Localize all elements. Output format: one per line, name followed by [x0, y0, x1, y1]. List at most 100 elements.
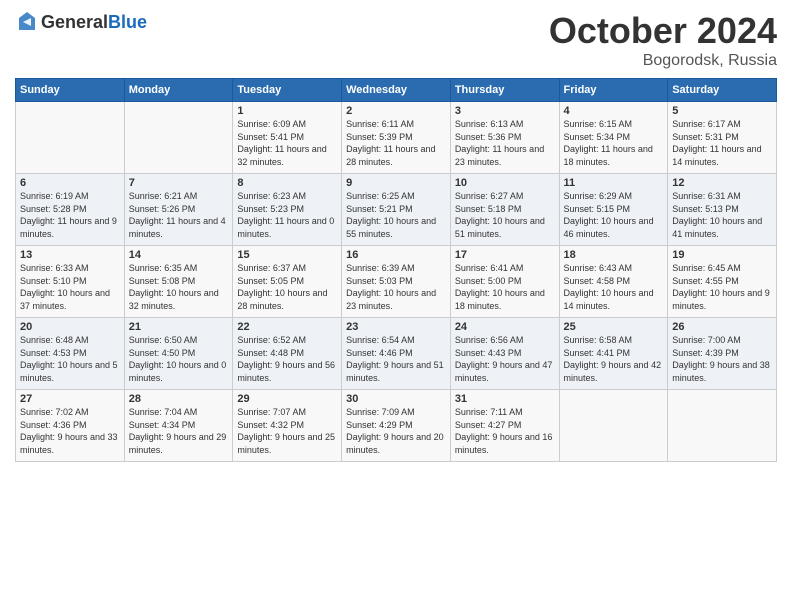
day-cell: 12Sunrise: 6:31 AM Sunset: 5:13 PM Dayli… [668, 174, 777, 246]
day-info: Sunrise: 6:09 AM Sunset: 5:41 PM Dayligh… [237, 118, 337, 168]
day-info: Sunrise: 6:52 AM Sunset: 4:48 PM Dayligh… [237, 334, 337, 384]
day-cell: 28Sunrise: 7:04 AM Sunset: 4:34 PM Dayli… [124, 390, 233, 462]
day-number: 23 [346, 321, 446, 333]
day-number: 28 [129, 393, 229, 405]
day-info: Sunrise: 6:50 AM Sunset: 4:50 PM Dayligh… [129, 334, 229, 384]
day-cell: 15Sunrise: 6:37 AM Sunset: 5:05 PM Dayli… [233, 246, 342, 318]
col-wednesday: Wednesday [342, 79, 451, 102]
day-info: Sunrise: 6:56 AM Sunset: 4:43 PM Dayligh… [455, 334, 555, 384]
day-number: 13 [20, 249, 120, 261]
logo-blue: Blue [108, 12, 147, 32]
day-cell: 19Sunrise: 6:45 AM Sunset: 4:55 PM Dayli… [668, 246, 777, 318]
day-info: Sunrise: 6:54 AM Sunset: 4:46 PM Dayligh… [346, 334, 446, 384]
day-cell: 10Sunrise: 6:27 AM Sunset: 5:18 PM Dayli… [450, 174, 559, 246]
day-number: 20 [20, 321, 120, 333]
day-number: 27 [20, 393, 120, 405]
month-title: October 2024 [549, 10, 777, 52]
logo-icon [15, 10, 39, 34]
day-number: 16 [346, 249, 446, 261]
day-number: 7 [129, 177, 229, 189]
day-info: Sunrise: 6:43 AM Sunset: 4:58 PM Dayligh… [564, 262, 664, 312]
day-number: 2 [346, 105, 446, 117]
day-info: Sunrise: 6:11 AM Sunset: 5:39 PM Dayligh… [346, 118, 446, 168]
day-info: Sunrise: 6:33 AM Sunset: 5:10 PM Dayligh… [20, 262, 120, 312]
day-number: 26 [672, 321, 772, 333]
day-number: 3 [455, 105, 555, 117]
day-cell: 8Sunrise: 6:23 AM Sunset: 5:23 PM Daylig… [233, 174, 342, 246]
day-number: 29 [237, 393, 337, 405]
day-number: 18 [564, 249, 664, 261]
day-cell: 13Sunrise: 6:33 AM Sunset: 5:10 PM Dayli… [16, 246, 125, 318]
day-cell: 21Sunrise: 6:50 AM Sunset: 4:50 PM Dayli… [124, 318, 233, 390]
col-monday: Monday [124, 79, 233, 102]
day-number: 30 [346, 393, 446, 405]
day-info: Sunrise: 6:13 AM Sunset: 5:36 PM Dayligh… [455, 118, 555, 168]
day-cell: 14Sunrise: 6:35 AM Sunset: 5:08 PM Dayli… [124, 246, 233, 318]
day-info: Sunrise: 7:07 AM Sunset: 4:32 PM Dayligh… [237, 406, 337, 456]
col-thursday: Thursday [450, 79, 559, 102]
day-info: Sunrise: 7:04 AM Sunset: 4:34 PM Dayligh… [129, 406, 229, 456]
day-cell [668, 390, 777, 462]
day-number: 14 [129, 249, 229, 261]
day-info: Sunrise: 6:48 AM Sunset: 4:53 PM Dayligh… [20, 334, 120, 384]
day-cell: 18Sunrise: 6:43 AM Sunset: 4:58 PM Dayli… [559, 246, 668, 318]
day-number: 5 [672, 105, 772, 117]
day-number: 1 [237, 105, 337, 117]
day-info: Sunrise: 6:41 AM Sunset: 5:00 PM Dayligh… [455, 262, 555, 312]
col-saturday: Saturday [668, 79, 777, 102]
day-number: 22 [237, 321, 337, 333]
day-info: Sunrise: 6:23 AM Sunset: 5:23 PM Dayligh… [237, 190, 337, 240]
week-row-3: 13Sunrise: 6:33 AM Sunset: 5:10 PM Dayli… [16, 246, 777, 318]
day-cell: 26Sunrise: 7:00 AM Sunset: 4:39 PM Dayli… [668, 318, 777, 390]
week-row-5: 27Sunrise: 7:02 AM Sunset: 4:36 PM Dayli… [16, 390, 777, 462]
col-tuesday: Tuesday [233, 79, 342, 102]
calendar-table: Sunday Monday Tuesday Wednesday Thursday… [15, 78, 777, 462]
week-row-4: 20Sunrise: 6:48 AM Sunset: 4:53 PM Dayli… [16, 318, 777, 390]
day-cell: 23Sunrise: 6:54 AM Sunset: 4:46 PM Dayli… [342, 318, 451, 390]
day-number: 31 [455, 393, 555, 405]
day-cell: 29Sunrise: 7:07 AM Sunset: 4:32 PM Dayli… [233, 390, 342, 462]
header-area: GeneralBlue October 2024 Bogorodsk, Russ… [15, 10, 777, 70]
day-cell: 6Sunrise: 6:19 AM Sunset: 5:28 PM Daylig… [16, 174, 125, 246]
week-row-1: 1Sunrise: 6:09 AM Sunset: 5:41 PM Daylig… [16, 102, 777, 174]
day-number: 21 [129, 321, 229, 333]
logo-general: General [41, 12, 108, 32]
logo-text: GeneralBlue [41, 12, 147, 33]
day-info: Sunrise: 6:37 AM Sunset: 5:05 PM Dayligh… [237, 262, 337, 312]
day-cell [124, 102, 233, 174]
day-cell: 27Sunrise: 7:02 AM Sunset: 4:36 PM Dayli… [16, 390, 125, 462]
day-number: 9 [346, 177, 446, 189]
day-number: 6 [20, 177, 120, 189]
day-info: Sunrise: 6:17 AM Sunset: 5:31 PM Dayligh… [672, 118, 772, 168]
day-number: 25 [564, 321, 664, 333]
logo: GeneralBlue [15, 10, 147, 34]
day-cell: 11Sunrise: 6:29 AM Sunset: 5:15 PM Dayli… [559, 174, 668, 246]
day-number: 19 [672, 249, 772, 261]
day-info: Sunrise: 6:39 AM Sunset: 5:03 PM Dayligh… [346, 262, 446, 312]
day-number: 11 [564, 177, 664, 189]
title-area: October 2024 Bogorodsk, Russia [549, 10, 777, 70]
day-info: Sunrise: 7:09 AM Sunset: 4:29 PM Dayligh… [346, 406, 446, 456]
day-cell: 22Sunrise: 6:52 AM Sunset: 4:48 PM Dayli… [233, 318, 342, 390]
location-title: Bogorodsk, Russia [549, 52, 777, 70]
page-container: GeneralBlue October 2024 Bogorodsk, Russ… [0, 0, 792, 472]
day-cell: 16Sunrise: 6:39 AM Sunset: 5:03 PM Dayli… [342, 246, 451, 318]
day-info: Sunrise: 6:58 AM Sunset: 4:41 PM Dayligh… [564, 334, 664, 384]
day-cell: 4Sunrise: 6:15 AM Sunset: 5:34 PM Daylig… [559, 102, 668, 174]
day-cell: 7Sunrise: 6:21 AM Sunset: 5:26 PM Daylig… [124, 174, 233, 246]
day-cell: 31Sunrise: 7:11 AM Sunset: 4:27 PM Dayli… [450, 390, 559, 462]
day-cell: 24Sunrise: 6:56 AM Sunset: 4:43 PM Dayli… [450, 318, 559, 390]
col-friday: Friday [559, 79, 668, 102]
day-cell: 3Sunrise: 6:13 AM Sunset: 5:36 PM Daylig… [450, 102, 559, 174]
day-number: 17 [455, 249, 555, 261]
week-row-2: 6Sunrise: 6:19 AM Sunset: 5:28 PM Daylig… [16, 174, 777, 246]
col-sunday: Sunday [16, 79, 125, 102]
day-info: Sunrise: 6:35 AM Sunset: 5:08 PM Dayligh… [129, 262, 229, 312]
day-number: 15 [237, 249, 337, 261]
day-cell: 5Sunrise: 6:17 AM Sunset: 5:31 PM Daylig… [668, 102, 777, 174]
day-number: 8 [237, 177, 337, 189]
day-cell: 30Sunrise: 7:09 AM Sunset: 4:29 PM Dayli… [342, 390, 451, 462]
day-cell: 1Sunrise: 6:09 AM Sunset: 5:41 PM Daylig… [233, 102, 342, 174]
day-cell: 20Sunrise: 6:48 AM Sunset: 4:53 PM Dayli… [16, 318, 125, 390]
day-info: Sunrise: 7:11 AM Sunset: 4:27 PM Dayligh… [455, 406, 555, 456]
